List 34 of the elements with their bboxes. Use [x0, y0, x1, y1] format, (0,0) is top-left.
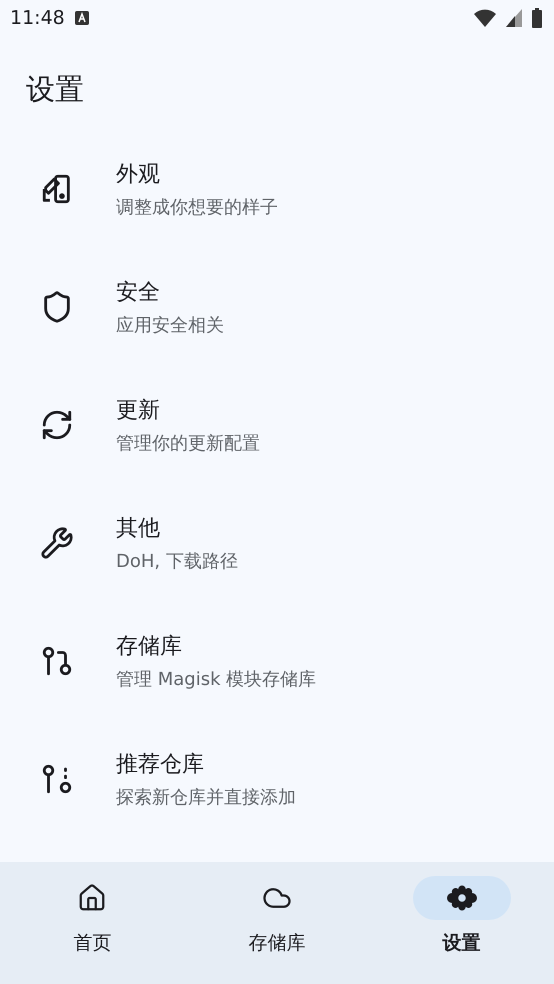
settings-icon — [446, 883, 477, 913]
branch-dots-icon — [40, 762, 74, 796]
pull-request-icon — [40, 644, 74, 678]
wrench-icon — [40, 526, 74, 560]
nav-label[interactable]: 首页 — [73, 930, 112, 956]
notification-icon — [74, 11, 89, 25]
settings-item[interactable]: 安全 应用安全相关 — [0, 248, 554, 366]
wifi-icon — [474, 9, 496, 27]
home-icon — [77, 883, 108, 913]
item-title: 其他 — [116, 515, 161, 543]
settings-item[interactable]: 更新 管理你的更新配置 — [0, 366, 554, 484]
page-title: 设置 — [26, 71, 85, 108]
nav-label[interactable]: 存储库 — [248, 930, 306, 956]
settings-item[interactable]: 推荐仓库 探索新仓库并直接添加 — [0, 720, 554, 838]
item-subtitle: 应用安全相关 — [116, 314, 224, 337]
settings-item[interactable]: 存储库 管理 Magisk 模块存储库 — [0, 602, 554, 720]
item-subtitle: 管理你的更新配置 — [116, 432, 260, 455]
item-title: 推荐仓库 — [116, 751, 205, 779]
item-subtitle: DoH, 下载路径 — [116, 550, 238, 573]
item-title: 更新 — [116, 397, 161, 425]
item-subtitle: 调整成你想要的样子 — [116, 196, 278, 219]
battery-icon — [532, 8, 542, 28]
refresh-icon — [40, 408, 74, 442]
signal-icon — [506, 9, 522, 27]
settings-item[interactable]: 其他 DoH, 下载路径 — [0, 484, 554, 602]
nav-label[interactable]: 设置 — [442, 930, 481, 956]
nav-tab[interactable] — [412, 876, 511, 920]
settings-item[interactable]: 外观 调整成你想要的样子 — [0, 130, 554, 248]
item-subtitle: 探索新仓库并直接添加 — [116, 786, 296, 809]
item-subtitle: 管理 Magisk 模块存储库 — [116, 668, 316, 691]
item-title: 安全 — [116, 279, 161, 307]
item-title: 外观 — [116, 161, 161, 189]
status-time: 11:48 — [10, 7, 65, 29]
item-title: 存储库 — [116, 633, 183, 661]
